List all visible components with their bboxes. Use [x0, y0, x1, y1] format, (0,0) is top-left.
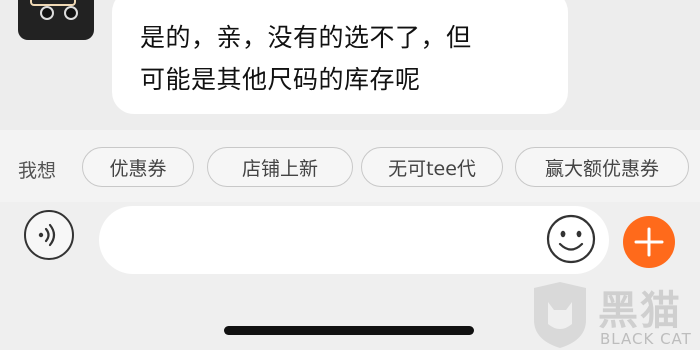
voice-wave-icon[interactable]	[24, 210, 74, 260]
quick-reply-chip-big-coupon[interactable]: 赢大额优惠券	[515, 147, 689, 187]
message-bubble[interactable]: 是的，亲，没有的选不了，但 可能是其他尺码的库存呢	[112, 0, 568, 114]
message-input[interactable]	[99, 206, 609, 274]
quick-reply-chip-tee[interactable]: 无可tee代	[361, 147, 503, 187]
watermark-text-cn: 黑猫	[598, 288, 682, 334]
quick-reply-chip-coupon[interactable]: 优惠券	[82, 147, 194, 187]
message-text-line: 可能是其他尺码的库存呢	[140, 65, 421, 94]
smiley-icon[interactable]	[545, 213, 597, 265]
message-text-line: 是的，亲，没有的选不了，但	[140, 23, 472, 52]
quick-reply-label: 我想	[18, 160, 57, 182]
quick-reply-chip-new-arrivals[interactable]: 店铺上新	[207, 147, 353, 187]
cat-shield-icon	[534, 282, 586, 348]
plus-icon[interactable]	[623, 216, 675, 268]
quick-reply-bar: 我想 优惠券 店铺上新 无可tee代 赢大额优惠券	[0, 130, 700, 202]
black-cat-watermark: 黑猫 BLACK CAT	[528, 280, 700, 350]
watermark-text-en: BLACK CAT	[600, 330, 692, 348]
cat-avatar-icon[interactable]	[18, 0, 94, 40]
chat-area: 是的，亲，没有的选不了，但 可能是其他尺码的库存呢	[0, 0, 700, 130]
home-indicator[interactable]	[224, 326, 474, 335]
